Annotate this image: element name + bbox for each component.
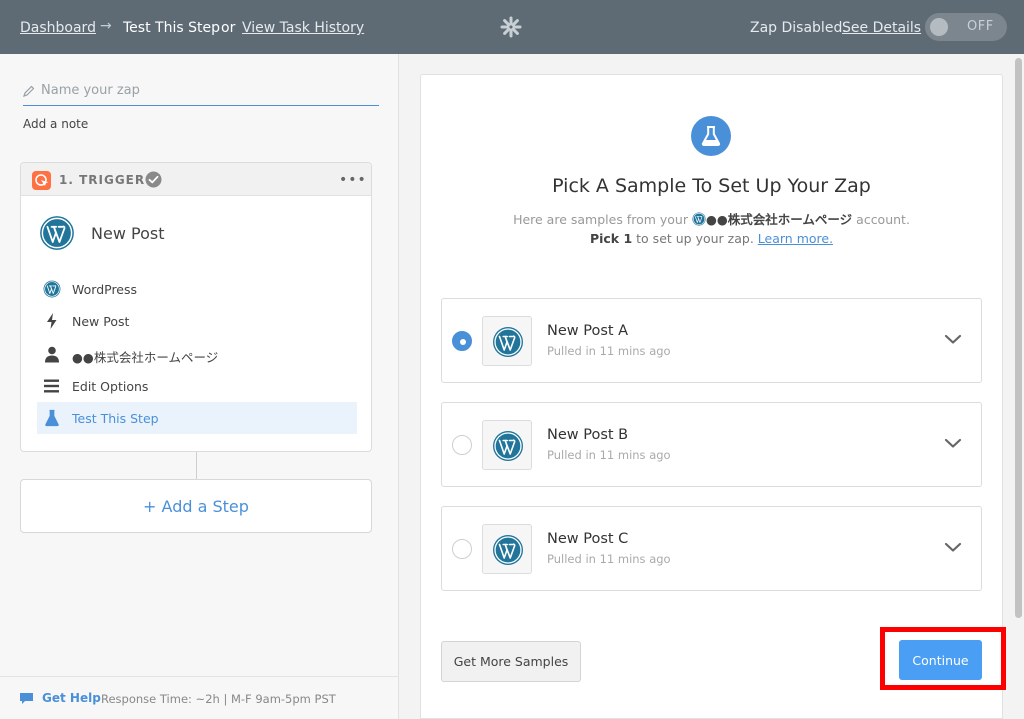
trigger-row-test[interactable]: Test This Step xyxy=(37,402,357,434)
sample-title: New Post B xyxy=(547,427,629,443)
wordpress-logo-icon xyxy=(39,215,75,251)
sample-radio[interactable] xyxy=(452,435,472,455)
sample-title: New Post A xyxy=(547,323,629,339)
step-connector xyxy=(196,452,197,479)
more-options-icon[interactable]: ••• xyxy=(339,173,367,187)
scrollbar-thumb[interactable] xyxy=(1015,58,1022,618)
page-title: Pick A Sample To Set Up Your Zap xyxy=(552,175,871,197)
zap-status-text: Zap Disabled. xyxy=(750,20,847,36)
zap-on-off-toggle[interactable]: OFF xyxy=(925,13,1007,41)
trigger-step-card: 1. TRIGGER ••• New Post WordPress New Po… xyxy=(20,162,372,452)
sample-item[interactable]: New Post B Pulled in 11 mins ago xyxy=(441,402,982,487)
response-time-text: Response Time: ~2h | M-F 9am-5pm PST xyxy=(101,692,336,706)
breadcrumb-or: or xyxy=(221,20,236,36)
trigger-row-label: Edit Options xyxy=(72,379,149,394)
get-more-samples-button[interactable]: Get More Samples xyxy=(441,641,581,682)
add-step-label: Add a Step xyxy=(161,496,249,516)
see-details-link[interactable]: See Details xyxy=(842,19,921,37)
continue-button[interactable]: Continue xyxy=(899,640,982,680)
breadcrumb-arrow: → xyxy=(100,18,112,34)
sample-item[interactable]: New Post C Pulled in 11 mins ago xyxy=(441,506,982,591)
bolt-icon xyxy=(47,313,57,329)
flask-icon xyxy=(45,409,59,427)
check-circle-icon xyxy=(145,171,162,188)
breadcrumb-current: Test This Step xyxy=(123,20,220,36)
sample-pulled-time: Pulled in 11 mins ago xyxy=(547,552,671,566)
chevron-down-icon[interactable] xyxy=(944,541,962,553)
pick-text: to set up your zap. xyxy=(636,231,754,246)
sample-pulled-time: Pulled in 11 mins ago xyxy=(547,344,671,358)
learn-more-link[interactable]: Learn more. xyxy=(758,231,833,246)
sample-pulled-time: Pulled in 11 mins ago xyxy=(547,448,671,462)
toggle-knob xyxy=(930,18,948,36)
chat-icon xyxy=(20,693,33,704)
sample-title: New Post C xyxy=(547,531,629,547)
sample-app-logo xyxy=(482,316,532,366)
trigger-header: 1. TRIGGER ••• xyxy=(21,163,371,196)
lines-icon xyxy=(44,379,59,393)
help-bar: Get Help Response Time: ~2h | M-F 9am-5p… xyxy=(0,676,399,719)
chevron-down-icon[interactable] xyxy=(944,437,962,449)
top-bar: Dashboard → Test This Step or View Task … xyxy=(0,0,1024,54)
wordpress-icon xyxy=(492,534,524,566)
zap-name-input[interactable] xyxy=(41,83,371,98)
trigger-row-event[interactable]: New Post xyxy=(37,305,357,337)
trigger-row-options[interactable]: Edit Options xyxy=(37,370,357,402)
add-step-plus: + xyxy=(143,496,157,516)
wordpress-icon xyxy=(492,326,524,358)
samples-description: Here are samples from your ●●株式会社ホームページ … xyxy=(421,209,1002,228)
trigger-row-label: Test This Step xyxy=(72,411,159,426)
account-name: ●●株式会社ホームページ xyxy=(705,212,853,227)
user-icon xyxy=(45,346,59,363)
trigger-row-label: WordPress xyxy=(72,282,138,297)
wordpress-icon xyxy=(43,280,61,298)
description-text-end: account. xyxy=(856,212,910,227)
trigger-row-label: New Post xyxy=(72,314,130,329)
pick-instruction: Pick 1 to set up your zap. Learn more. xyxy=(421,231,1002,246)
zap-name-field xyxy=(23,82,379,106)
trigger-app-icon xyxy=(32,171,51,190)
toggle-label: OFF xyxy=(967,19,994,34)
sample-radio[interactable] xyxy=(452,331,472,351)
description-text: Here are samples from your xyxy=(513,212,688,227)
sample-app-logo xyxy=(482,420,532,470)
flask-header-icon xyxy=(691,116,731,156)
add-note-link[interactable]: Add a note xyxy=(23,117,88,131)
chevron-down-icon[interactable] xyxy=(944,333,962,345)
sample-item[interactable]: New Post A Pulled in 11 mins ago xyxy=(441,298,982,383)
trigger-row-account[interactable]: ●●株式会社ホームページ xyxy=(37,338,357,370)
pencil-icon xyxy=(23,85,35,97)
wordpress-icon xyxy=(492,430,524,462)
get-help-link[interactable]: Get Help xyxy=(42,691,101,705)
add-step-button[interactable]: + Add a Step xyxy=(20,479,372,533)
pick-count: Pick 1 xyxy=(589,231,633,246)
left-sidebar: Add a note 1. TRIGGER ••• New Post WordP… xyxy=(0,54,399,719)
wordpress-inline-icon xyxy=(692,212,706,226)
trigger-label: 1. TRIGGER xyxy=(59,173,146,187)
trigger-row-app[interactable]: WordPress xyxy=(37,273,357,305)
trigger-app-title: New Post xyxy=(91,224,165,243)
breadcrumb-dashboard-link[interactable]: Dashboard xyxy=(20,19,96,37)
sample-picker-panel: Pick A Sample To Set Up Your Zap Here ar… xyxy=(420,74,1003,719)
sample-radio[interactable] xyxy=(452,539,472,559)
sample-app-logo xyxy=(482,524,532,574)
view-task-history-link[interactable]: View Task History xyxy=(242,19,364,37)
zapier-logo-icon xyxy=(500,16,522,38)
trigger-row-label: ●●株式会社ホームページ xyxy=(72,350,219,365)
